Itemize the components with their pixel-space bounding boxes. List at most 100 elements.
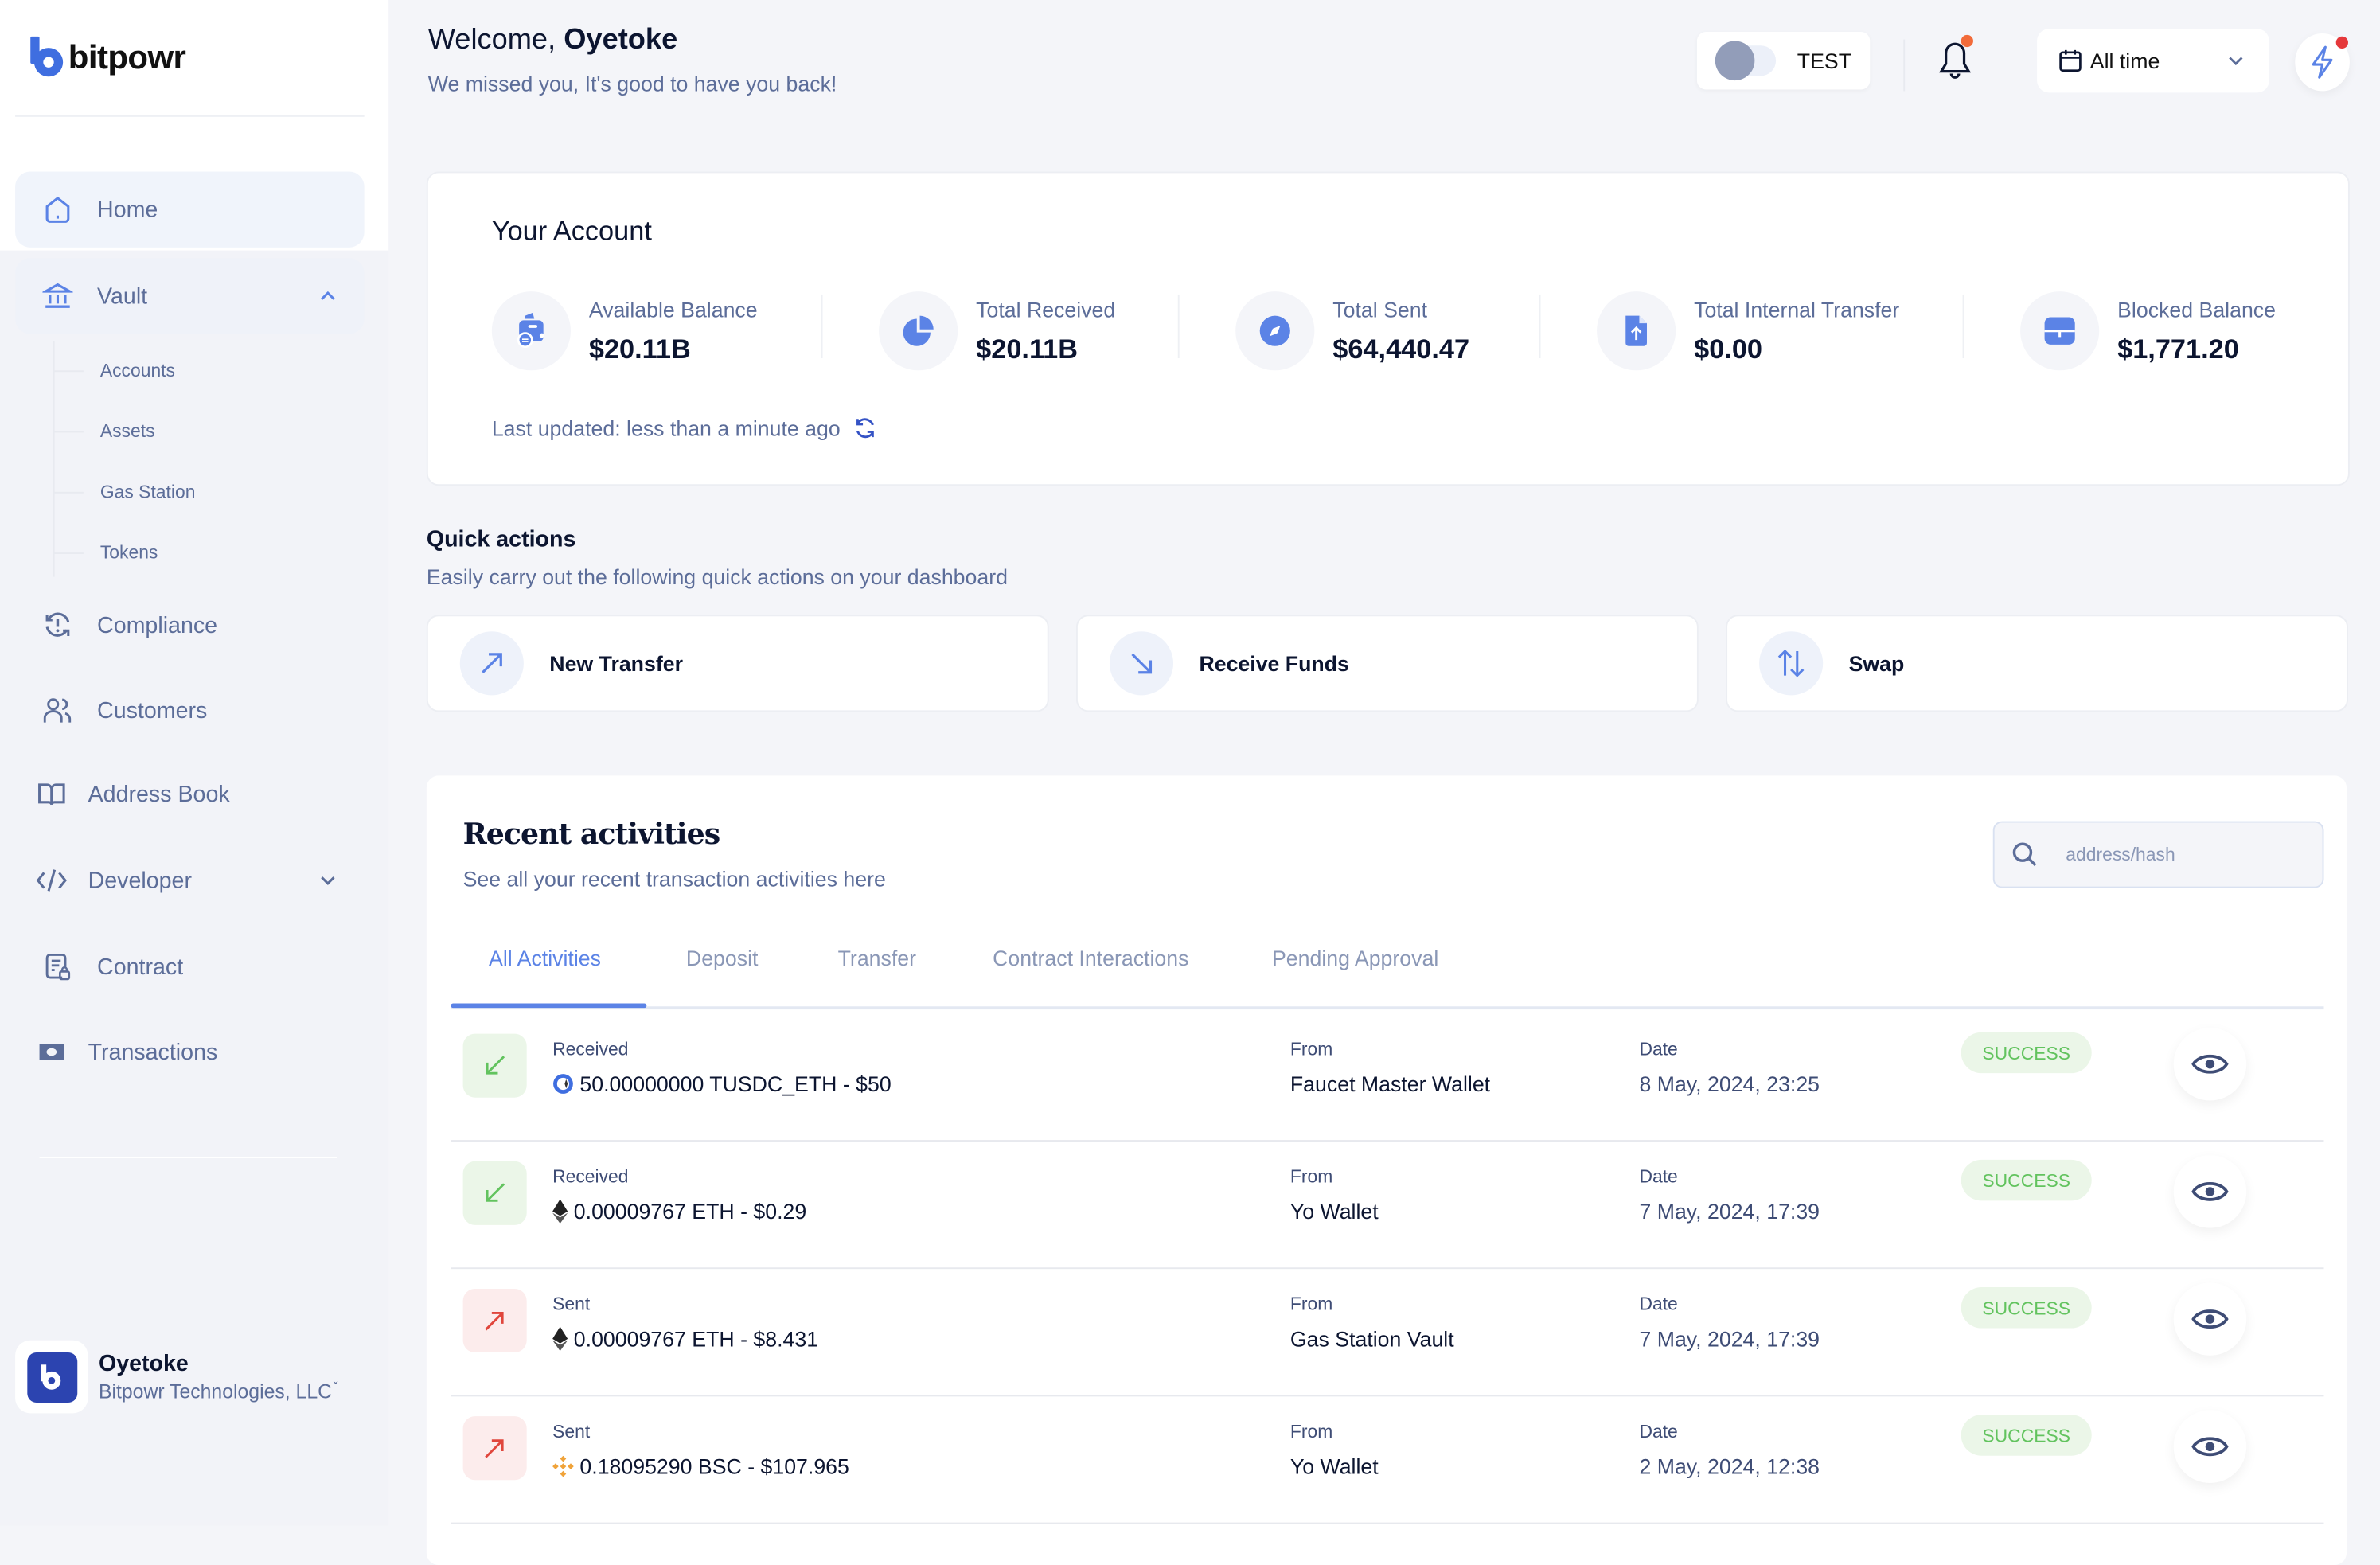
bitpowr-logo-icon <box>41 1364 61 1390</box>
sidebar-subitem-tokens[interactable]: Tokens <box>100 542 158 564</box>
sidebar-item-home[interactable]: Home <box>15 171 365 248</box>
activity-type: Received <box>552 1165 629 1188</box>
arrow-down-left-icon <box>462 1033 527 1098</box>
activity-amount: 0.00009767 ETH - $8.431 <box>552 1326 818 1352</box>
avatar <box>15 1340 88 1414</box>
status-badge: SUCCESS <box>1961 1159 2092 1201</box>
arrow-up-right-icon <box>459 631 524 696</box>
sidebar-item-label: Contract <box>97 954 184 980</box>
sidebar-item-label: Address Book <box>88 781 230 807</box>
users-icon <box>40 693 76 729</box>
stat-label: Blocked Balance <box>2117 296 2277 322</box>
sidebar-subitem-assets[interactable]: Assets <box>100 420 155 442</box>
receive-funds-button[interactable]: Receive Funds <box>1075 615 1699 712</box>
last-updated-text: Last updated: less than a minute ago <box>491 416 841 441</box>
page-subtitle: We missed you, It's good to have you bac… <box>427 71 837 96</box>
recent-activities-card: Recent activities See all your recent tr… <box>426 775 2347 1565</box>
activity-row[interactable]: Received 50.00000000 TUSDC_ETH - $50 Fro… <box>451 1013 2324 1142</box>
section-title: Quick actions <box>426 526 576 553</box>
activity-date: 8 May, 2024, 23:25 <box>1639 1071 1820 1096</box>
tab-deposit[interactable]: Deposit <box>686 946 759 970</box>
swap-button[interactable]: Swap <box>1726 615 2348 712</box>
search-input[interactable] <box>2062 842 2282 867</box>
activity-type: Sent <box>552 1420 591 1442</box>
usdc-icon <box>553 1074 573 1094</box>
notifications-button[interactable] <box>1937 34 1973 85</box>
stat-total-internal-transfer: Total Internal Transfer $0.00 <box>1597 291 1899 371</box>
sidebar-item-label: Transactions <box>88 1039 218 1065</box>
stat-label: Available Balance <box>588 296 758 322</box>
sidebar-item-address-book[interactable]: Address Book <box>15 756 365 832</box>
contract-icon <box>40 949 76 985</box>
sidebar-subitem-gas-station[interactable]: Gas Station <box>100 481 196 502</box>
submenu-tick <box>53 370 84 373</box>
tab-all-activities[interactable]: All Activities <box>489 946 601 970</box>
from-label: From <box>1289 1038 1333 1060</box>
sidebar-item-customers[interactable]: Customers <box>15 673 365 748</box>
activity-from: Yo Wallet <box>1289 1454 1379 1479</box>
view-details-button[interactable] <box>2173 1410 2247 1484</box>
notification-dot <box>2335 36 2348 49</box>
stat-value: $64,440.47 <box>1332 333 1470 364</box>
sidebar-item-transactions[interactable]: Transactions <box>15 1014 365 1090</box>
activity-row[interactable]: Sent 0.18095290 BSC - $107.965 From Yo W… <box>451 1395 2324 1524</box>
environment-toggle[interactable]: TEST <box>1696 32 1871 90</box>
view-details-button[interactable] <box>2173 1155 2247 1228</box>
sidebar-item-developer[interactable]: Developer <box>15 842 365 918</box>
tab-transfer[interactable]: Transfer <box>838 946 916 970</box>
activity-row[interactable]: Sent 0.00009767 ETH - $8.431 From Gas St… <box>451 1267 2324 1397</box>
stat-label: Total Sent <box>1332 296 1427 322</box>
sidebar-item-label: Developer <box>88 867 192 894</box>
compass-icon <box>1235 291 1315 371</box>
brand-logo[interactable]: bitpowr <box>30 36 186 79</box>
activity-from: Yo Wallet <box>1289 1199 1379 1224</box>
activity-from: Faucet Master Wallet <box>1289 1071 1491 1096</box>
chevron-down-icon: ˇ <box>333 1380 338 1395</box>
chevron-down-icon <box>2229 57 2243 66</box>
profile-switcher[interactable]: Oyetoke Bitpowr Technologies, LLC ˇ <box>15 1336 380 1418</box>
divider <box>1177 294 1180 359</box>
lightning-icon <box>2312 45 2333 79</box>
swap-icon <box>1759 631 1824 696</box>
blocked-icon <box>2020 291 2100 371</box>
stat-label: Total Received <box>976 296 1116 322</box>
activity-button[interactable] <box>2295 33 2350 92</box>
wallet-icon <box>491 291 571 371</box>
new-transfer-button[interactable]: New Transfer <box>426 615 1049 712</box>
submenu-tick <box>53 552 84 555</box>
bnb-icon <box>552 1455 574 1477</box>
last-updated: Last updated: less than a minute ago <box>492 416 877 440</box>
sidebar: bitpowr Home Vault Accounts Assets Gas S… <box>0 0 389 1526</box>
sidebar-item-contract[interactable]: Contract <box>15 929 365 1005</box>
view-details-button[interactable] <box>2173 1282 2247 1356</box>
tab-pending-approval[interactable]: Pending Approval <box>1272 946 1438 970</box>
status-badge: SUCCESS <box>1961 1287 2092 1329</box>
bank-icon <box>40 278 76 314</box>
file-upload-icon <box>1597 291 1676 371</box>
date-label: Date <box>1639 1165 1678 1188</box>
compliance-icon <box>40 607 76 644</box>
date-label: Date <box>1639 1038 1678 1060</box>
account-summary-card: Your Account Available Balance $20.11B T… <box>426 171 2350 486</box>
profile-name: Oyetoke <box>98 1351 189 1377</box>
view-details-button[interactable] <box>2173 1027 2247 1101</box>
refresh-icon[interactable] <box>853 416 877 440</box>
chevron-down-icon[interactable] <box>318 868 337 894</box>
date-range-select[interactable]: All time <box>2037 29 2269 93</box>
activity-row[interactable]: Received 0.00009767 ETH - $0.29 From Yo … <box>451 1140 2324 1270</box>
arrow-up-right-icon <box>462 1288 527 1353</box>
tab-contract-interactions[interactable]: Contract Interactions <box>993 946 1188 970</box>
activity-from: Gas Station Vault <box>1289 1326 1454 1352</box>
submenu-tick <box>53 491 84 494</box>
sidebar-item-vault[interactable]: Vault <box>15 258 365 334</box>
stat-value: $1,771.20 <box>2117 333 2239 364</box>
quick-action-label: Receive Funds <box>1199 651 1349 676</box>
activity-amount: 0.18095290 BSC - $107.965 <box>552 1454 849 1478</box>
submenu-tick <box>53 431 84 433</box>
sidebar-subitem-accounts[interactable]: Accounts <box>100 360 175 381</box>
search-field[interactable] <box>1992 821 2324 888</box>
pie-chart-icon <box>879 291 958 371</box>
chevron-up-icon[interactable] <box>318 284 337 310</box>
sidebar-item-compliance[interactable]: Compliance <box>15 587 365 663</box>
sidebar-item-label: Customers <box>97 697 208 724</box>
